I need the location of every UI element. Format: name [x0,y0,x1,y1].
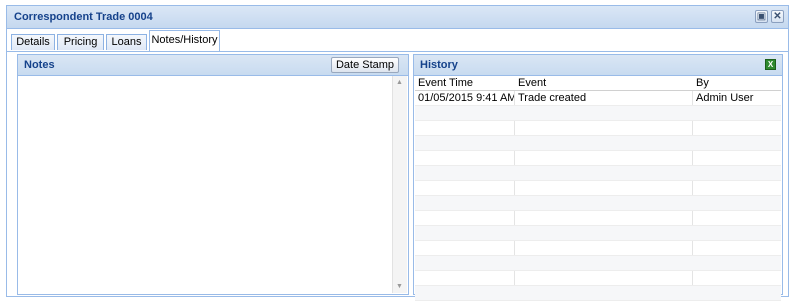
tab-loans[interactable]: Loans [106,34,147,50]
notes-textarea[interactable] [19,76,407,293]
trade-window: Correspondent Trade 0004 ▣ ✕ Details Pri… [6,5,789,301]
cell-event: Trade created [518,92,587,104]
empty-row [415,166,781,181]
history-grid: Event Time Event By 01/05/2015 9:41 AM T… [415,76,781,301]
notes-panel: Notes Date Stamp ▲ ▼ [17,54,409,295]
empty-row [415,196,781,211]
cell-event-time: 01/05/2015 9:41 AM [418,92,514,104]
history-header: History X [414,55,782,76]
empty-row [415,136,781,151]
empty-row [415,271,781,286]
tab-details[interactable]: Details [11,34,55,50]
window-title: Correspondent Trade 0004 [14,11,153,23]
column-header-event[interactable]: Event [515,76,692,90]
tab-notes-history[interactable]: Notes/History [149,30,220,51]
window-titlebar: Correspondent Trade 0004 ▣ ✕ [7,6,788,29]
excel-export-icon[interactable]: X [765,59,776,70]
scroll-up-icon[interactable]: ▲ [396,79,403,86]
empty-row [415,181,781,196]
empty-row [415,121,781,136]
notes-scrollbar[interactable]: ▲ ▼ [392,76,407,293]
tab-pricing[interactable]: Pricing [57,34,104,50]
close-icon[interactable]: ✕ [771,10,784,23]
empty-row [415,256,781,271]
table-row[interactable]: 01/05/2015 9:41 AM Trade created Admin U… [415,91,781,106]
save-icon[interactable]: ▣ [755,10,768,23]
empty-row [415,226,781,241]
notes-title: Notes [24,59,55,71]
history-panel: History X Event Time Event By 01/05/2015… [413,54,783,301]
tab-strip: Details Pricing Loans Notes/History [7,29,788,52]
history-title: History [420,59,458,71]
scroll-down-icon[interactable]: ▼ [396,283,403,290]
date-stamp-button[interactable]: Date Stamp [331,57,399,73]
empty-row [415,151,781,166]
empty-row [415,241,781,256]
cell-by: Admin User [696,92,754,104]
empty-row [415,211,781,226]
empty-row [415,106,781,121]
notes-header: Notes Date Stamp [18,55,408,76]
grid-header-row: Event Time Event By [415,76,781,91]
column-header-by[interactable]: By [693,76,781,90]
column-header-event-time[interactable]: Event Time [415,76,514,90]
